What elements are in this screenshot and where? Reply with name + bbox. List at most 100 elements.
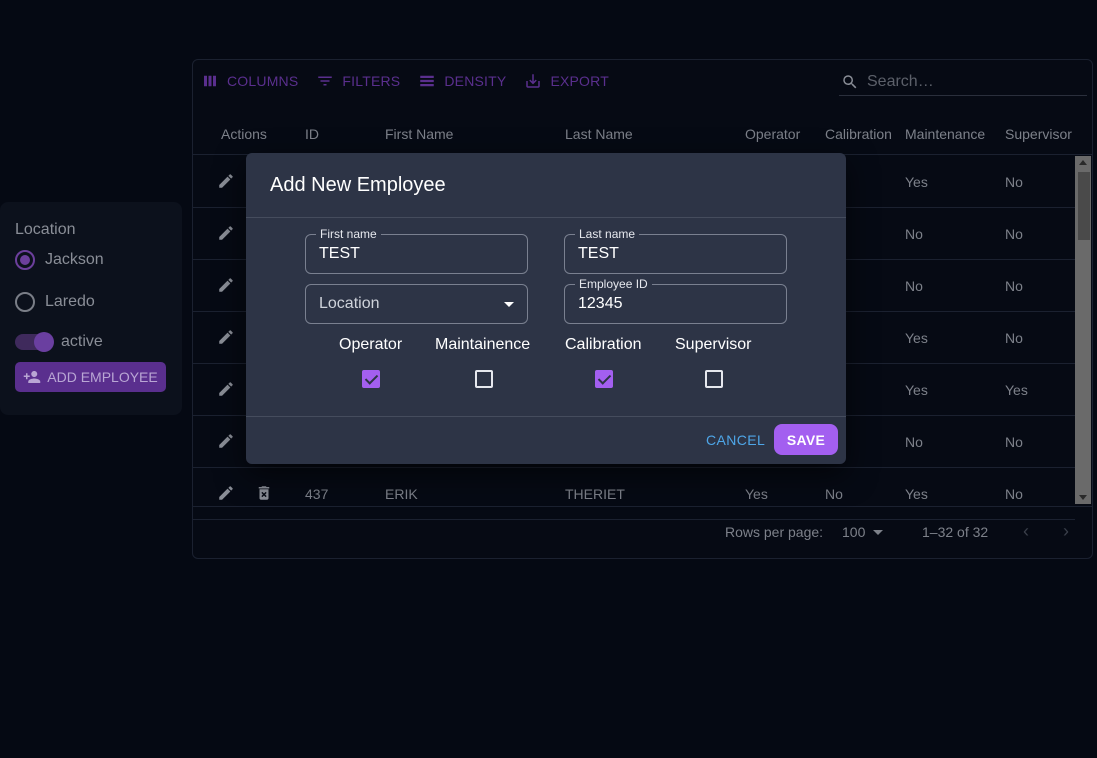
edit-icon[interactable] [217,484,235,507]
cell-maintenance: No [905,226,923,242]
edit-icon[interactable] [217,172,235,195]
cell-supervisor: No [1005,330,1023,346]
header-last-name[interactable]: Last Name [565,126,633,142]
export-label: EXPORT [550,73,609,89]
maintenance-checkbox[interactable] [475,370,493,388]
header-operator[interactable]: Operator [745,126,800,142]
first-name-value: TEST [319,245,360,262]
edit-icon[interactable] [217,432,235,455]
cell-maintenance: No [905,434,923,450]
search-placeholder: Search… [867,72,934,90]
rows-per-page-label: Rows per page: [725,524,824,540]
dialog-title: Add New Employee [270,174,446,196]
dropdown-caret-icon [504,302,514,307]
header-id[interactable]: ID [305,126,319,142]
dropdown-caret-icon [873,529,884,535]
calibration-checkbox[interactable] [595,370,613,388]
cell-supervisor: No [1005,486,1023,502]
employee-id-value: 12345 [578,295,623,312]
location-placeholder: Location [319,295,380,312]
maintenance-checkbox-label: Maintainence [435,336,531,353]
prev-page-icon[interactable]: ‹ [1023,521,1029,542]
rows-per-page-value: 100 [842,524,866,540]
rows-per-page-select[interactable]: 100 [842,524,884,540]
edit-icon[interactable] [217,380,235,403]
cell-id: 437 [305,486,329,502]
location-filter-panel: Location Jackson Laredo active ADD EMPLO… [0,202,182,415]
location-select[interactable]: Location [305,284,528,324]
active-toggle[interactable]: active [15,332,103,352]
add-employee-label: ADD EMPLOYEE [47,369,158,385]
radio-laredo[interactable]: Laredo [15,292,95,312]
density-button[interactable]: DENSITY [418,72,506,90]
cell-supervisor: Yes [1005,382,1028,398]
cell-supervisor: No [1005,174,1023,190]
radio-selected-icon [15,250,35,270]
scroll-thumb[interactable] [1078,172,1090,240]
first-name-field[interactable]: First name TEST [305,227,528,274]
cell-maintenance: Yes [905,330,928,346]
columns-button[interactable]: COLUMNS [201,72,298,90]
cell-maintenance: Yes [905,486,928,502]
toggle-label: active [61,333,103,350]
radio-label: Jackson [45,251,104,268]
cell-supervisor: No [1005,434,1023,450]
search-input[interactable]: Search… [839,68,1087,96]
filter-icon [318,76,333,86]
density-label: DENSITY [444,73,507,89]
save-button[interactable]: SAVE [774,424,838,455]
header-maintenance[interactable]: Maintenance [905,126,985,142]
last-name-field[interactable]: Last name TEST [564,227,787,274]
edit-icon[interactable] [217,328,235,351]
add-employee-dialog: Add New Employee First name TEST Last na… [246,153,846,464]
header-first-name[interactable]: First Name [385,126,453,142]
header-calibration[interactable]: Calibration [825,126,892,142]
operator-checkbox-label: Operator [339,336,403,353]
edit-icon[interactable] [217,276,235,299]
columns-icon [204,75,216,87]
add-employee-button[interactable]: ADD EMPLOYEE [15,362,166,392]
cell-maintenance: Yes [905,382,928,398]
grid-toolbar: COLUMNS FILTERS DENSITY EXPORT [201,72,609,90]
radio-jackson[interactable]: Jackson [15,250,104,270]
scroll-up-icon[interactable] [1079,160,1087,165]
last-name-label: Last name [575,227,640,241]
cell-first-name: ERIK [385,486,418,502]
cell-operator: Yes [745,486,768,502]
edit-icon[interactable] [217,224,235,247]
person-add-icon [24,371,41,383]
dialog-divider [246,217,846,218]
supervisor-checkbox-label: Supervisor [675,336,752,353]
search-icon [843,74,857,88]
delete-icon[interactable] [255,484,273,507]
filters-label: FILTERS [342,73,401,89]
cell-calibration: No [825,486,843,502]
grid-header-row: Actions ID First Name Last Name Operator… [193,108,1092,155]
density-icon [420,75,435,87]
supervisor-checkbox[interactable] [705,370,723,388]
radio-label: Laredo [45,293,95,310]
columns-label: COLUMNS [227,73,299,89]
grid-footer: Rows per page: 100 1–32 of 32 ‹ › [193,506,1092,558]
employee-id-field[interactable]: Employee ID 12345 [564,277,787,324]
next-page-icon[interactable]: › [1063,521,1069,542]
operator-checkbox[interactable] [362,370,380,388]
header-supervisor[interactable]: Supervisor [1005,126,1072,142]
grid-scrollbar[interactable] [1075,156,1091,504]
calibration-checkbox-label: Calibration [565,336,642,353]
cancel-button[interactable]: CANCEL [706,432,765,448]
export-button[interactable]: EXPORT [524,72,609,90]
employee-id-label: Employee ID [575,277,652,291]
toggle-switch[interactable] [15,332,54,352]
last-name-value: TEST [578,245,619,262]
cell-supervisor: No [1005,226,1023,242]
cell-maintenance: No [905,278,923,294]
scroll-down-icon[interactable] [1079,495,1087,500]
pagination-range: 1–32 of 32 [922,524,989,540]
header-actions[interactable]: Actions [221,126,267,142]
filters-button[interactable]: FILTERS [316,72,400,90]
dialog-divider [246,416,846,417]
cell-last-name: THERIET [565,486,625,502]
first-name-label: First name [316,227,381,241]
location-title: Location [15,221,76,238]
